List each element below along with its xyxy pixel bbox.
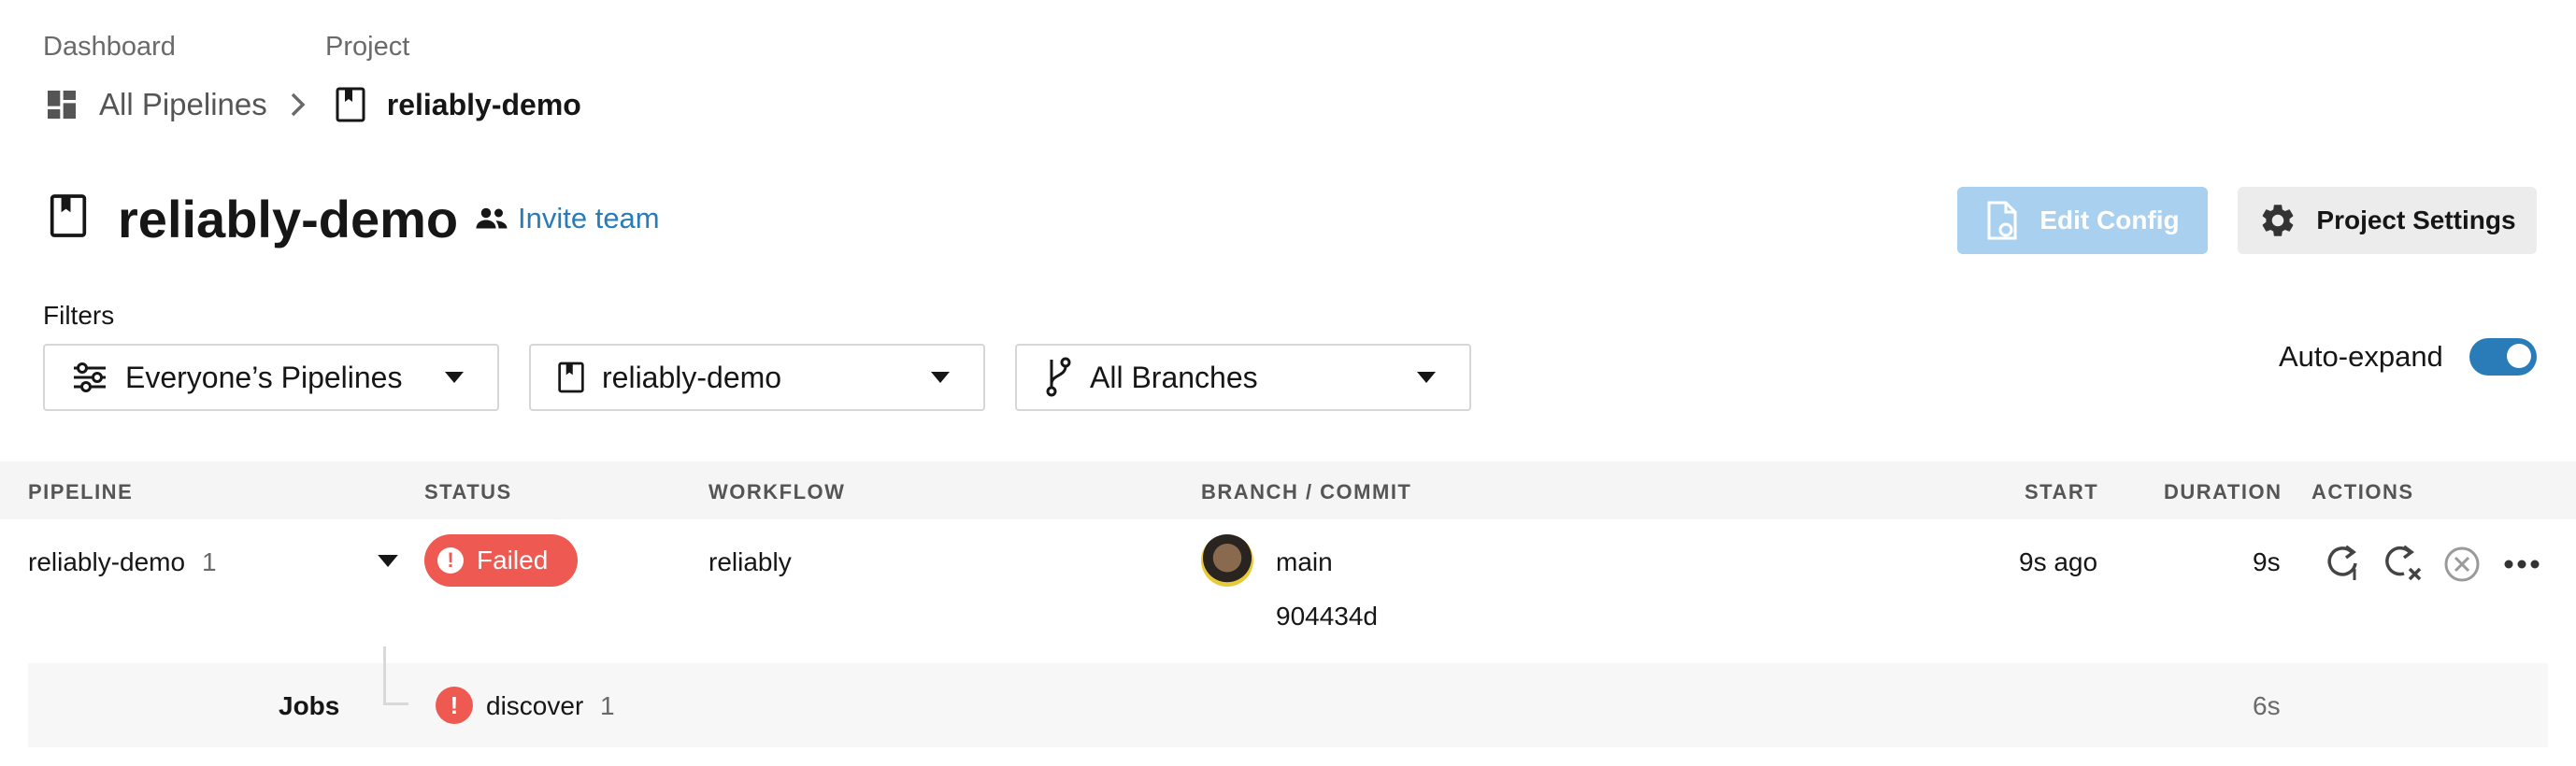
pipelines-filter-value: Everyone’s Pipelines [125,360,403,394]
auto-expand-toggle[interactable] [2469,338,2537,376]
dashboard-icon [43,86,80,123]
invite-team-link[interactable]: Invite team [475,202,660,235]
branch-link[interactable]: main [1276,547,1333,577]
branch-filter-value: All Branches [1090,360,1258,394]
status-badge[interactable]: ! Failed [424,534,578,587]
gear-icon [2258,201,2297,240]
page-title: reliably-demo [118,190,459,248]
rerun-icon[interactable] [2324,543,2361,582]
people-icon [475,205,508,233]
col-branch-commit: BRANCH / COMMIT [1201,480,1412,504]
bookmark-icon [335,86,366,123]
col-start: START [2025,480,2099,504]
branch-filter-select[interactable]: All Branches [1015,344,1471,411]
project-bookmark-icon [49,192,88,239]
duration: 9s [2253,547,2281,576]
pipelines-filter-select[interactable]: Everyone’s Pipelines [43,344,499,411]
caret-down-icon [1417,372,1436,383]
edit-config-button[interactable]: Edit Config [1957,187,2208,254]
col-pipeline: PIPELINE [28,480,134,504]
bookmark-icon [557,361,585,394]
pipeline-number: 1 [202,547,217,576]
col-workflow: WORKFLOW [708,480,846,504]
job-duration: 6s [2253,691,2281,720]
breadcrumb-dashboard-label: Dashboard [43,32,176,62]
project-settings-label: Project Settings [2316,206,2516,234]
pipeline-name[interactable]: reliably-demo [28,547,185,577]
breadcrumb: All Pipelines reliably-demo [43,82,581,127]
col-status: STATUS [424,480,512,504]
filter-icon [71,361,108,394]
jobs-connector [383,646,408,705]
failed-icon: ! [437,547,464,574]
rerun-failed-icon[interactable] [2382,543,2423,582]
breadcrumb-project-label: Project [325,32,410,62]
avatar [1201,534,1253,587]
file-gear-icon [1985,200,2019,241]
invite-team-label: Invite team [518,202,660,234]
cancel-icon[interactable] [2443,546,2481,583]
workflow-link[interactable]: reliably [708,547,792,577]
caret-down-icon [931,372,950,383]
project-filter-select[interactable]: reliably-demo [529,344,985,411]
git-branch-icon [1043,356,1073,399]
edit-config-label: Edit Config [2039,206,2180,234]
project-settings-button[interactable]: Project Settings [2238,187,2537,254]
commit-hash[interactable]: 904434d [1276,602,1378,631]
start-time: 9s ago [2019,547,2098,576]
col-duration: DURATION [2164,480,2283,504]
toggle-knob [2507,344,2531,368]
breadcrumb-all-pipelines-link[interactable]: All Pipelines [99,87,267,122]
caret-down-icon [445,372,464,383]
filters-label: Filters [43,301,115,330]
job-number: 1 [600,691,615,720]
job-link[interactable]: discover [486,691,583,721]
jobs-label: Jobs [279,691,340,720]
breadcrumb-project-name: reliably-demo [386,87,581,121]
project-filter-value: reliably-demo [602,360,782,394]
col-actions: ACTIONS [2311,480,2414,504]
auto-expand-label: Auto-expand [2279,340,2443,373]
chevron-right-icon [288,91,308,119]
expand-caret-icon[interactable] [378,555,398,567]
more-icon[interactable] [2503,559,2540,570]
status-label: Failed [477,546,549,574]
job-failed-icon: ! [436,687,473,724]
